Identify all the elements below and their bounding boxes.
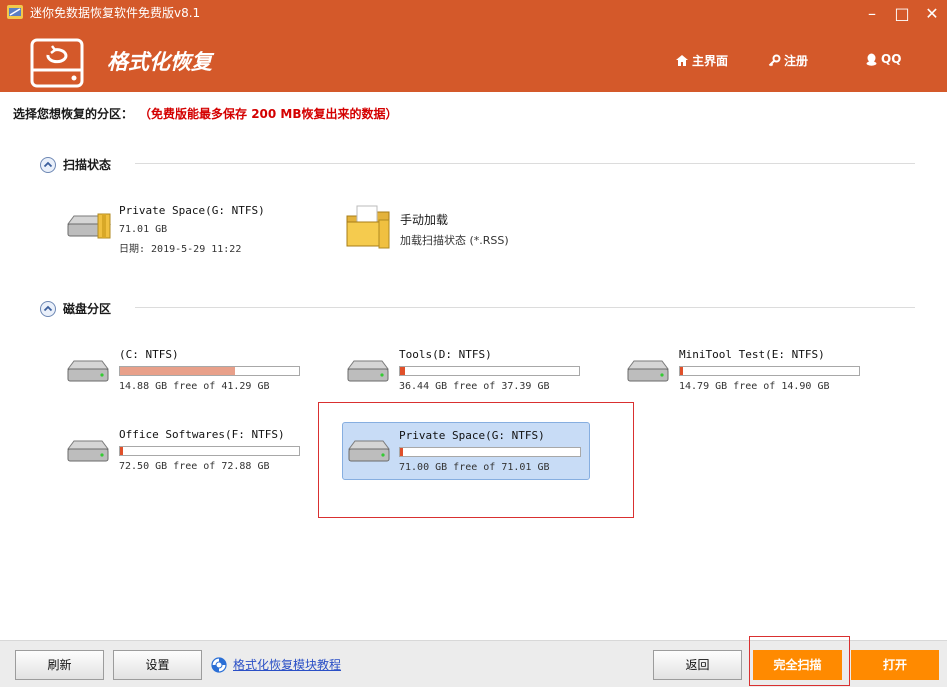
partition-free-text: 36.44 GB free of 37.39 GB (399, 381, 550, 392)
partition-free-text: 72.50 GB free of 72.88 GB (119, 461, 270, 472)
chevron-up-icon (43, 305, 53, 312)
drive-with-folder-icon (67, 213, 111, 239)
home-button[interactable]: 主界面 (675, 52, 728, 69)
partition-item-c[interactable]: (C: NTFS) 14.88 GB free of 41.29 GB (62, 345, 307, 395)
back-button[interactable]: 返回 (653, 650, 742, 680)
scan-section-title: 扫描状态 (63, 158, 112, 172)
full-scan-button[interactable]: 完全扫描 (753, 650, 842, 680)
manual-load-item[interactable]: 手动加载 加载扫描状态 (*.RSS) (343, 202, 563, 260)
home-label: 主界面 (692, 54, 729, 68)
partition-item-d[interactable]: Tools(D: NTFS) 36.44 GB free of 37.39 GB (342, 345, 587, 395)
usage-bar (119, 446, 300, 456)
qq-label: QQ (881, 52, 902, 66)
scan-section-collapse-toggle[interactable] (40, 157, 56, 173)
settings-button[interactable]: 设置 (113, 650, 202, 680)
hard-drive-icon (67, 360, 109, 382)
tutorial-link-wrap[interactable]: 格式化恢复模块教程 (211, 656, 341, 673)
register-label: 注册 (784, 54, 809, 68)
hard-drive-icon (347, 360, 389, 382)
usage-bar (399, 447, 581, 457)
open-button[interactable]: 打开 (851, 650, 939, 680)
manual-load-sub: 加载扫描状态 (*.RSS) (400, 234, 509, 247)
refresh-button[interactable]: 刷新 (15, 650, 104, 680)
hard-drive-icon (67, 440, 109, 462)
partition-item-e[interactable]: MiniTool Test(E: NTFS) 14.79 GB free of … (622, 345, 867, 395)
qq-button[interactable]: QQ (865, 52, 901, 66)
usage-bar (679, 366, 860, 376)
window-title: 迷你免数据恢复软件免费版v8.1 (30, 6, 201, 20)
lifebuoy-icon (211, 656, 227, 673)
manual-load-label: 手动加载 (400, 213, 449, 227)
key-icon (768, 54, 781, 67)
scan-item-name: Private Space(G: NTFS) (119, 204, 265, 217)
home-icon (676, 55, 688, 66)
usage-bar-fill (400, 367, 406, 375)
instruction-label: 选择您想恢复的分区： (13, 107, 134, 121)
usage-bar-fill (680, 367, 683, 375)
close-button[interactable]: ✕ (912, 0, 947, 28)
partition-name: Private Space(G: NTFS) (399, 429, 545, 442)
scan-item-date: 日期: 2019-5-29 11:22 (119, 244, 242, 255)
app-icon (7, 5, 23, 19)
partition-name: (C: NTFS) (119, 348, 179, 361)
hard-drive-icon (348, 440, 390, 462)
partition-name: Tools(D: NTFS) (399, 348, 492, 361)
partition-section-title: 磁盘分区 (63, 302, 112, 316)
scan-item-private-space[interactable]: Private Space(G: NTFS) 71.01 GB 日期: 2019… (62, 202, 292, 260)
partition-free-text: 71.00 GB free of 71.01 GB (399, 462, 550, 473)
qq-penguin-icon (866, 53, 877, 66)
partition-section-collapse-toggle[interactable] (40, 301, 56, 317)
instruction-line: 选择您想恢复的分区： （免费版能最多保存 200 MB恢复出来的数据） (13, 105, 398, 122)
scan-item-size: 71.01 GB (119, 224, 168, 235)
usage-bar (399, 366, 580, 376)
hard-drive-icon (627, 360, 669, 382)
folder-icon (346, 205, 390, 249)
section-divider (135, 307, 915, 308)
usage-bar-fill (120, 447, 123, 455)
usage-bar-fill (400, 448, 403, 456)
module-title: 格式化恢复 (107, 50, 212, 74)
partition-name: Office Softwares(F: NTFS) (119, 428, 285, 441)
usage-bar (119, 366, 300, 376)
partition-free-text: 14.88 GB free of 41.29 GB (119, 381, 270, 392)
tutorial-link[interactable]: 格式化恢复模块教程 (233, 656, 341, 673)
partition-item-f[interactable]: Office Softwares(F: NTFS) 72.50 GB free … (62, 425, 307, 475)
partition-item-g-selected[interactable]: Private Space(G: NTFS) 71.00 GB free of … (342, 422, 590, 480)
usage-bar-fill (120, 367, 235, 375)
free-version-note: （免费版能最多保存 200 MB恢复出来的数据） (145, 107, 398, 121)
partition-free-text: 14.79 GB free of 14.90 GB (679, 381, 830, 392)
partition-name: MiniTool Test(E: NTFS) (679, 348, 825, 361)
section-divider (135, 163, 915, 164)
register-button[interactable]: 注册 (768, 52, 808, 69)
hard-disk-logo-icon (30, 38, 84, 88)
chevron-up-icon (43, 161, 53, 168)
